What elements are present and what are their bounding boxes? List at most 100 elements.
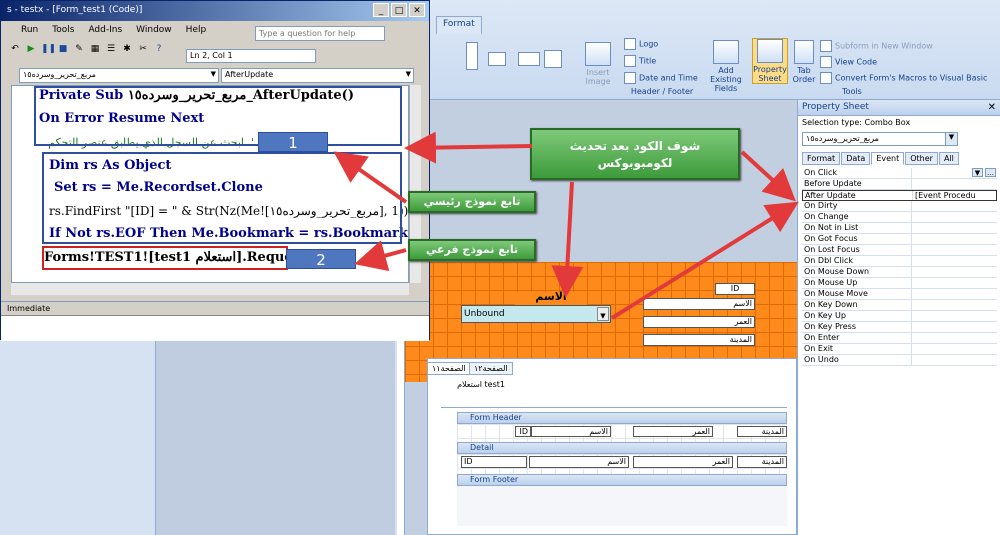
pause-icon[interactable]: ❚❚: [41, 43, 56, 55]
project-explorer-icon[interactable]: ▦: [89, 43, 101, 55]
tab-event[interactable]: Event: [871, 152, 905, 165]
property-row[interactable]: On Key Press: [802, 322, 997, 333]
builder-icon[interactable]: …: [985, 168, 996, 177]
property-value[interactable]: [912, 256, 997, 266]
chevron-down-icon[interactable]: ▼: [211, 70, 216, 78]
property-row[interactable]: On Dbl Click: [802, 256, 997, 267]
property-row[interactable]: On Undo: [802, 355, 997, 366]
toolbox-icon[interactable]: ✂: [137, 43, 149, 55]
property-row[interactable]: On Enter: [802, 333, 997, 344]
tab-format[interactable]: Format: [802, 152, 841, 165]
property-row[interactable]: On Exit: [802, 344, 997, 355]
procedure-combo[interactable]: AfterUpdate ▼: [221, 68, 414, 83]
subform-new-window-button[interactable]: Subform in New Window: [820, 40, 933, 52]
control-icon[interactable]: [518, 52, 540, 66]
menu-window[interactable]: Window: [136, 25, 172, 35]
tab-all[interactable]: All: [938, 152, 959, 165]
property-value[interactable]: [Event Procedu: [913, 191, 996, 200]
close-icon[interactable]: ✕: [409, 3, 425, 17]
detail-age-field[interactable]: العمر: [633, 456, 733, 468]
main-form-code-box: [42, 152, 402, 244]
object-browser-icon[interactable]: ✱: [121, 43, 133, 55]
property-value[interactable]: [912, 355, 997, 365]
menu-tools[interactable]: Tools: [52, 25, 74, 35]
detail-section[interactable]: Detail: [457, 442, 787, 454]
menu-help[interactable]: Help: [186, 25, 207, 35]
tab-page-11[interactable]: الصفحة١١: [427, 362, 471, 375]
property-row[interactable]: On Change: [802, 212, 997, 223]
property-row[interactable]: Before Update: [802, 179, 997, 190]
tab-format[interactable]: Format: [436, 16, 482, 34]
name-field[interactable]: الاسم: [643, 298, 755, 310]
property-row[interactable]: On Mouse Move: [802, 289, 997, 300]
form-header-section[interactable]: Form Header: [457, 412, 787, 424]
chevron-down-icon[interactable]: ▼: [945, 133, 957, 145]
property-row[interactable]: On Dirty: [802, 201, 997, 212]
insert-image-button[interactable]: Insert Image: [580, 42, 616, 86]
object-combo[interactable]: مربع_تحرير_وسرده١٥ ▼: [19, 68, 219, 83]
immediate-window[interactable]: Immediate: [1, 301, 429, 341]
properties-icon[interactable]: ☰: [105, 43, 117, 55]
tab-other[interactable]: Other: [905, 152, 938, 165]
property-value[interactable]: [912, 322, 997, 332]
view-code-button[interactable]: View Code: [820, 56, 877, 68]
property-value[interactable]: [912, 234, 997, 244]
tab-data[interactable]: Data: [841, 152, 871, 165]
detail-id-field[interactable]: ID: [461, 456, 527, 468]
property-row[interactable]: On Got Focus: [802, 234, 997, 245]
property-row[interactable]: On Mouse Up: [802, 278, 997, 289]
code-horizontal-scrollbar[interactable]: [11, 283, 409, 295]
menu-run[interactable]: Run: [21, 25, 38, 35]
menu-add-ins[interactable]: Add-Ins: [88, 25, 122, 35]
property-row[interactable]: On Click: [802, 168, 997, 179]
title-button[interactable]: Title: [624, 55, 656, 67]
run-icon[interactable]: ▶: [25, 43, 37, 55]
design-mode-icon[interactable]: ✎: [73, 43, 85, 55]
property-row[interactable]: After Update [Event Procedu ▼…: [802, 168, 997, 201]
control-icon[interactable]: [466, 42, 478, 70]
tab-page-12[interactable]: الصفحة١٢: [469, 362, 513, 375]
form-footer-section[interactable]: Form Footer: [457, 474, 787, 486]
undo-icon[interactable]: ↶: [9, 43, 21, 55]
convert-macros-button[interactable]: Convert Form's Macros to Visual Basic: [820, 72, 987, 84]
control-selector[interactable]: مربع_تحرير_وسرده١٥ ▼: [802, 132, 958, 146]
property-value[interactable]: [912, 179, 997, 189]
help-search-input[interactable]: Type a question for help: [255, 26, 385, 41]
age-field[interactable]: العمر: [643, 316, 755, 328]
property-value[interactable]: [912, 311, 997, 321]
restore-icon[interactable]: □: [391, 3, 407, 17]
minimize-icon[interactable]: _: [373, 3, 389, 17]
property-value[interactable]: [912, 267, 997, 277]
close-icon[interactable]: ✕: [988, 102, 996, 113]
logo-button[interactable]: Logo: [624, 38, 658, 50]
property-value[interactable]: [912, 245, 997, 255]
stop-icon[interactable]: ■: [57, 43, 69, 55]
search-combo-box[interactable]: Unbound ▼: [461, 305, 611, 323]
chevron-down-icon[interactable]: ▼: [972, 168, 983, 177]
property-value[interactable]: [912, 212, 997, 222]
property-value[interactable]: [912, 300, 997, 310]
chevron-down-icon[interactable]: ▼: [597, 307, 609, 321]
property-row[interactable]: On Key Up: [802, 311, 997, 322]
property-value[interactable]: [912, 201, 997, 211]
property-row[interactable]: On Lost Focus: [802, 245, 997, 256]
property-row[interactable]: On Not in List: [802, 223, 997, 234]
property-row[interactable]: On Mouse Down: [802, 267, 997, 278]
tab-order-button[interactable]: Tab Order: [790, 40, 818, 84]
detail-name-field[interactable]: الاسم: [529, 456, 629, 468]
help-icon[interactable]: ?: [153, 43, 165, 55]
property-value[interactable]: [912, 278, 997, 288]
property-value[interactable]: [912, 223, 997, 233]
add-existing-fields-button[interactable]: Add Existing Fields: [702, 40, 750, 93]
checkbox-control-icon[interactable]: [544, 50, 562, 68]
detail-city-field[interactable]: المدينة: [737, 456, 787, 468]
city-field[interactable]: المدينة: [643, 334, 755, 346]
date-time-button[interactable]: Date and Time: [624, 72, 698, 84]
property-value[interactable]: [912, 344, 997, 354]
property-value[interactable]: [912, 289, 997, 299]
control-icon[interactable]: [488, 52, 506, 66]
property-row[interactable]: On Key Down: [802, 300, 997, 311]
chevron-down-icon[interactable]: ▼: [406, 70, 411, 78]
property-value[interactable]: [912, 333, 997, 343]
property-sheet-button[interactable]: Property Sheet: [752, 38, 788, 84]
